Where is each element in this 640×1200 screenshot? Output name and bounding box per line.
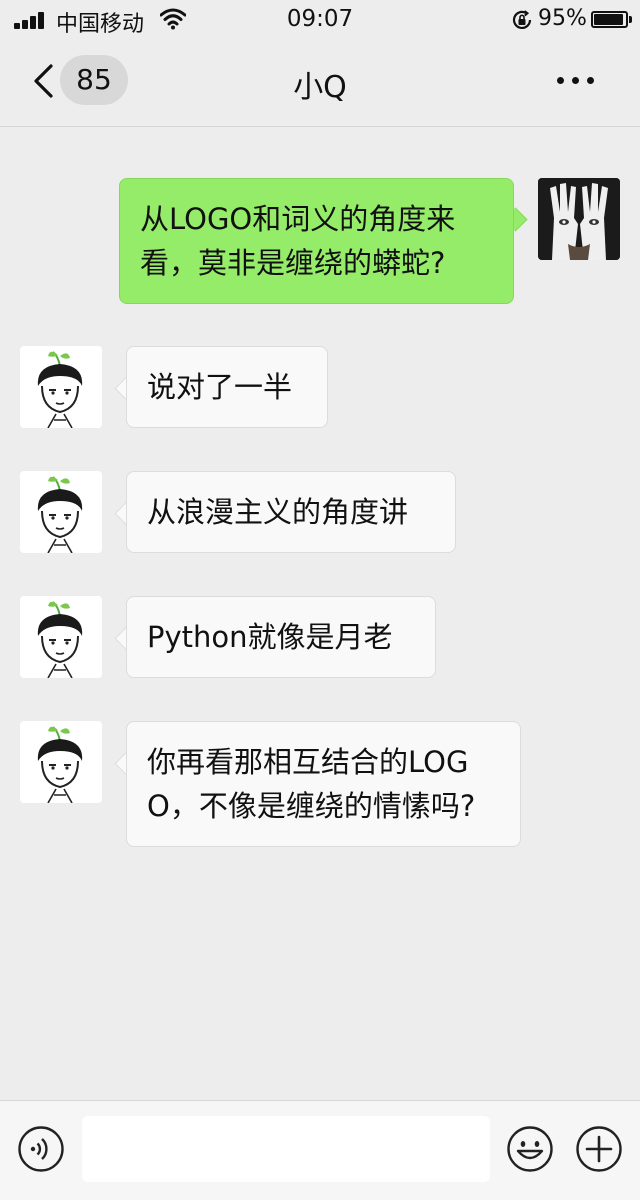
plus-icon[interactable] [575, 1125, 623, 1173]
boy-sprout-avatar-icon [37, 726, 83, 803]
message-bubble-sent[interactable]: 从LOGO和词义的角度来看，莫非是缠绕的蟒蛇? [119, 178, 514, 304]
boy-sprout-avatar-icon [37, 476, 83, 553]
emoji-icon[interactable] [506, 1125, 554, 1173]
message-bubble-received[interactable]: 从浪漫主义的角度讲 [126, 471, 456, 553]
message-text: 说对了一半 [147, 370, 293, 404]
status-bar: 中国移动 09:07 95% [0, 0, 640, 40]
hands-face-avatar-icon [538, 178, 620, 260]
voice-icon[interactable] [17, 1125, 65, 1173]
message-bubble-received[interactable]: 说对了一半 [126, 346, 328, 428]
contact-avatar[interactable] [20, 721, 102, 803]
boy-sprout-avatar-icon [37, 601, 83, 678]
message-bubble-received[interactable]: Python就像是月老 [126, 596, 436, 678]
self-avatar[interactable] [538, 178, 620, 260]
contact-avatar[interactable] [20, 346, 102, 428]
chat-title: 小Q [293, 70, 347, 105]
contact-avatar[interactable] [20, 596, 102, 678]
battery-level-fill [594, 14, 624, 25]
message-text: Python就像是月老 [147, 620, 393, 654]
contact-avatar[interactable] [20, 471, 102, 553]
more-options-button[interactable] [548, 62, 604, 98]
battery-nub [629, 16, 632, 23]
boy-sprout-avatar-icon [37, 351, 83, 428]
battery-percent: 95% [538, 6, 587, 31]
message-text: 从LOGO和词义的角度来看，莫非是缠绕的蟒蛇? [140, 202, 456, 280]
battery-icon [591, 11, 628, 28]
message-bubble-received[interactable]: 你再看那相互结合的LOGO，不像是缠绕的情愫吗? [126, 721, 521, 847]
rotation-lock-icon [512, 10, 532, 29]
message-text: 从浪漫主义的角度讲 [147, 495, 409, 529]
more-dots-icon [557, 77, 564, 84]
message-text: 你再看那相互结合的LOGO，不像是缠绕的情愫吗? [147, 745, 476, 823]
chat-header: 85 小Q [0, 40, 640, 127]
message-input-bar [0, 1100, 640, 1200]
message-input[interactable] [82, 1116, 490, 1182]
